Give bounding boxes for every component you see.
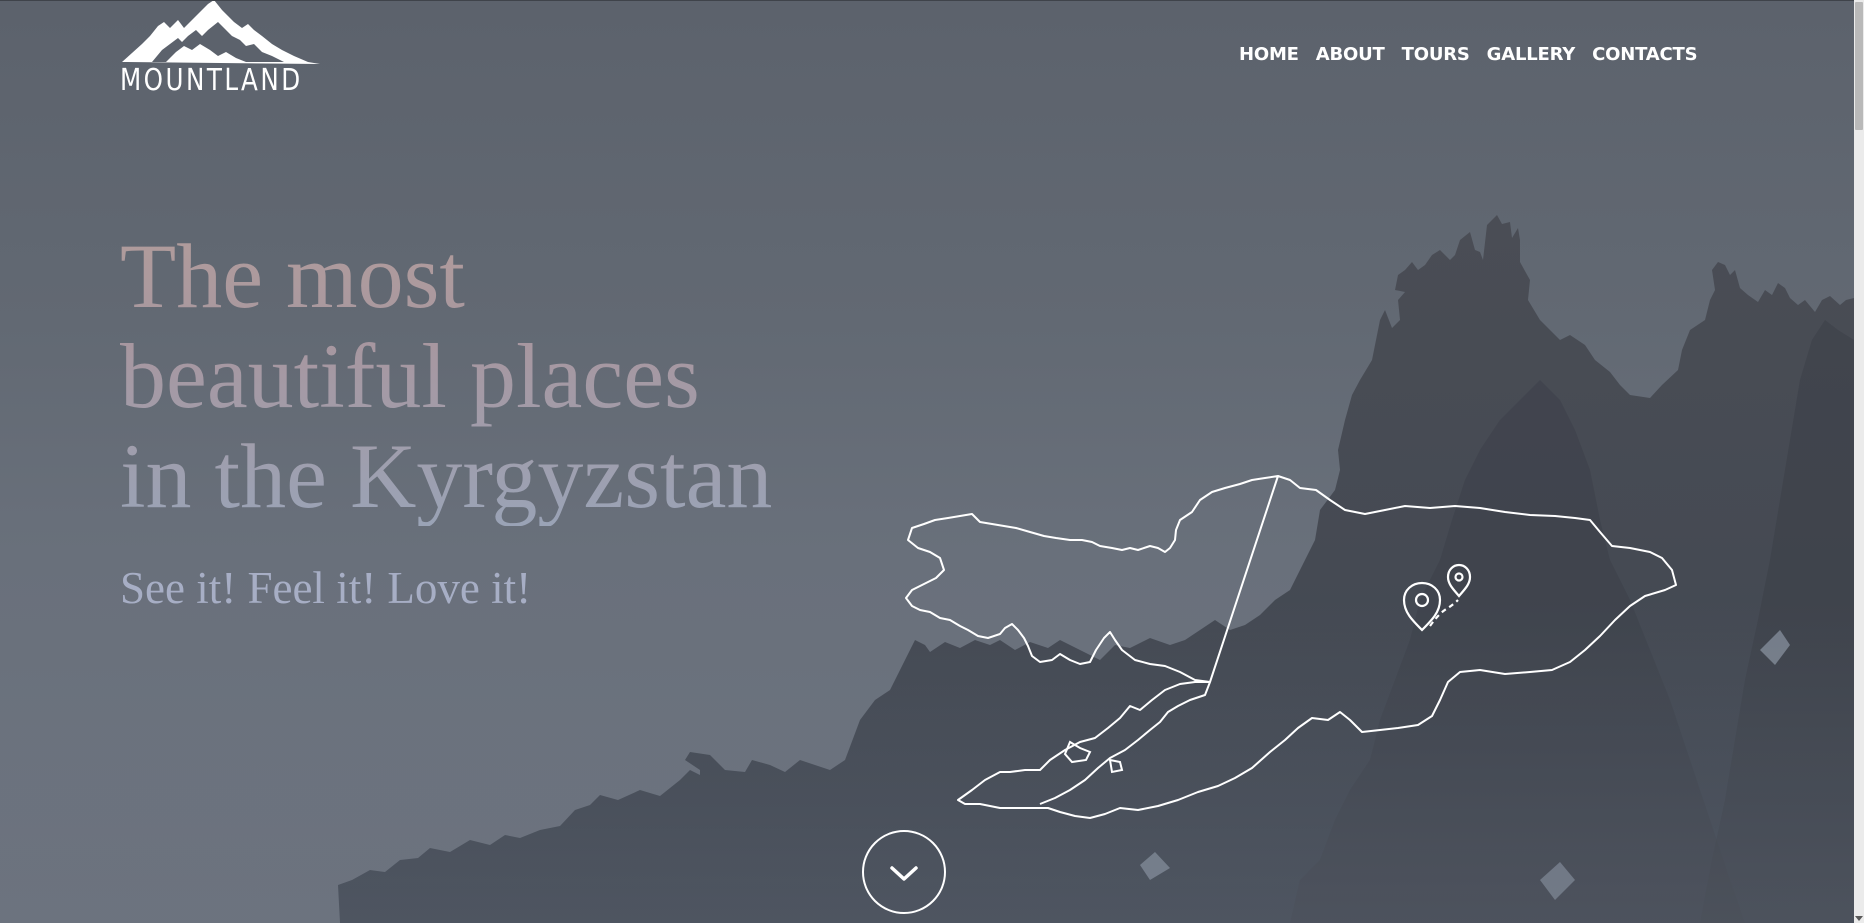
nav-item-contacts[interactable]: CONTACTS [1592,44,1697,65]
hero-headline: The most beautiful places in the Kyrgyzs… [120,226,772,526]
nav-item-tours[interactable]: TOURS [1402,44,1470,65]
vertical-scrollbar[interactable] [1854,0,1864,923]
chevron-down-icon [890,866,918,881]
hero-headline-line-2: beautiful places [120,325,700,427]
scrollbar-thumb[interactable] [1855,2,1863,130]
nav-item-about[interactable]: ABOUT [1316,44,1385,65]
nav-item-home[interactable]: HOME [1239,44,1299,65]
main-nav: HOME ABOUT TOURS GALLERY CONTACTS [1239,44,1714,65]
brand-name: MOUNTLAND [120,63,303,98]
hero-tagline: See it! Feel it! Love it! [120,563,532,613]
scroll-down-arrow-icon[interactable] [1855,916,1863,921]
window-top-border [0,0,1864,1]
hero-headline-line-1: The most [120,225,465,327]
hero-section: MOUNTLAND HOME ABOUT TOURS GALLERY CONTA… [0,0,1854,923]
mountain-logo-icon [122,0,320,64]
brand-logo[interactable]: MOUNTLAND [120,0,335,105]
scroll-down-button[interactable] [862,830,946,914]
nav-item-gallery[interactable]: GALLERY [1487,44,1576,65]
hero-headline-line-3: in the Kyrgyzstan [120,425,773,527]
